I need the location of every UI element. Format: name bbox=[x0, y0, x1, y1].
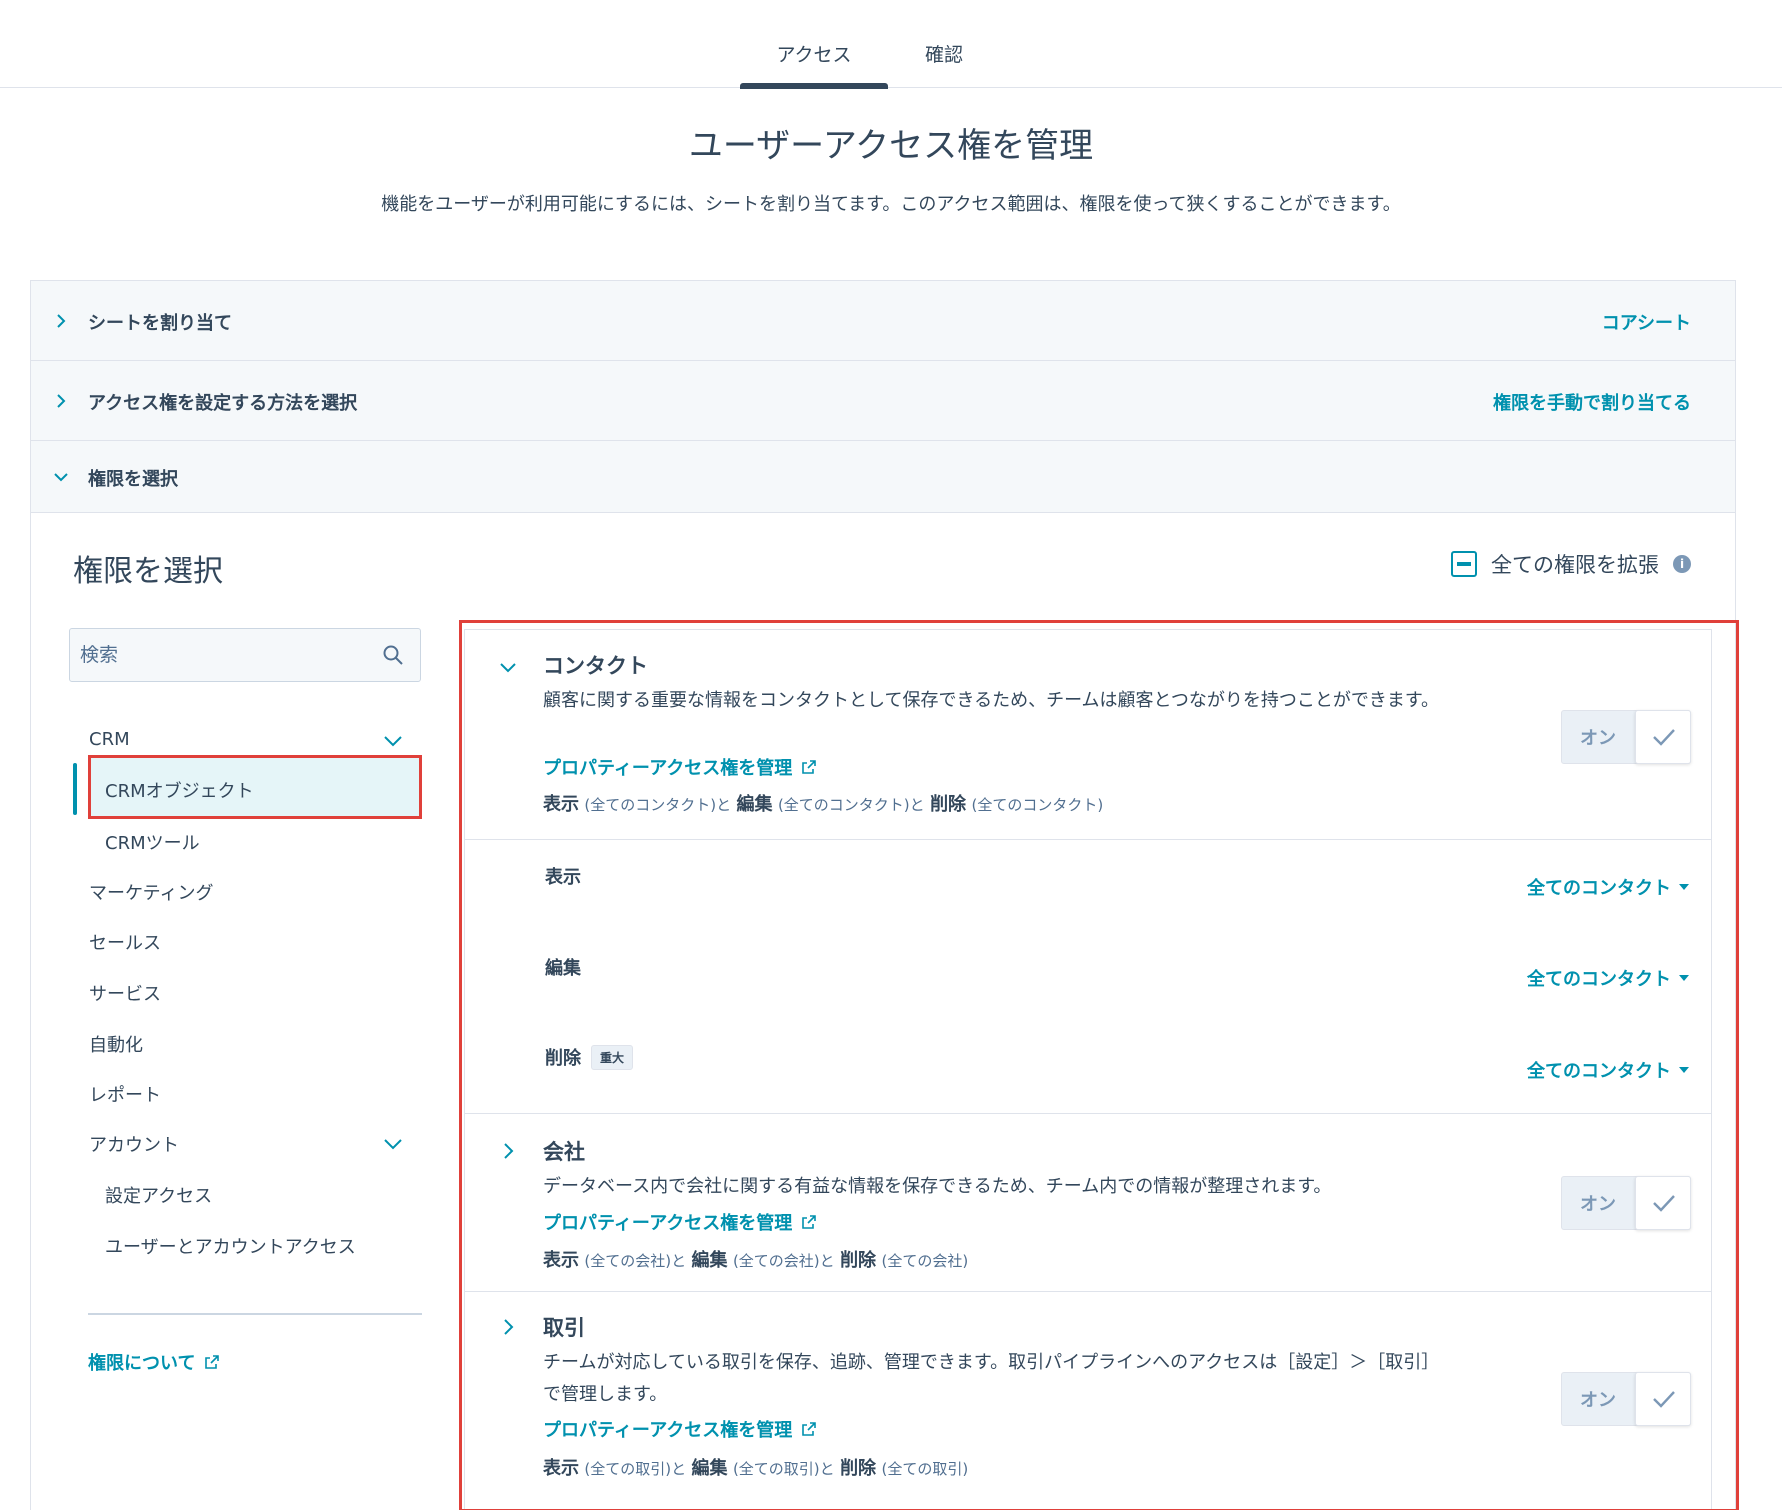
chevron-down-icon[interactable] bbox=[383, 1137, 403, 1151]
sidebar-item-user-account-access[interactable]: ユーザーとアカウントアクセス bbox=[105, 1233, 356, 1259]
sidebar-item-crm-tools[interactable]: CRMツール bbox=[105, 829, 200, 855]
search-input[interactable] bbox=[80, 640, 360, 670]
about-permissions-link[interactable]: 権限について bbox=[88, 1349, 220, 1375]
tab-confirm[interactable]: 確認 bbox=[905, 40, 983, 67]
settings-card: シートを割り当て コアシート アクセス権を設定する方法を選択 権限を手動で割り当… bbox=[30, 280, 1739, 1510]
sidebar-active-indicator bbox=[73, 763, 77, 815]
sidebar-item-marketing[interactable]: マーケティング bbox=[89, 879, 214, 905]
accordion-assign-seat[interactable]: シートを割り当て コアシート bbox=[31, 281, 1735, 361]
highlight-box-sidebar bbox=[88, 755, 422, 819]
info-icon[interactable]: i bbox=[1673, 555, 1691, 573]
about-permissions-label: 権限について bbox=[88, 1353, 196, 1374]
sidebar-item-crm[interactable]: CRM bbox=[89, 729, 130, 750]
highlight-box-permissions bbox=[459, 620, 1739, 1510]
tab-access[interactable]: アクセス bbox=[740, 40, 888, 89]
expand-all-label: 全ての権限を拡張 bbox=[1491, 553, 1659, 577]
sidebar-item-settings-access[interactable]: 設定アクセス bbox=[105, 1182, 212, 1208]
permissions-heading: 権限を選択 bbox=[73, 554, 223, 589]
accordion-select-permissions[interactable]: 権限を選択 bbox=[31, 441, 1735, 513]
sidebar-item-sales[interactable]: セールス bbox=[89, 929, 161, 955]
page-description: 機能をユーザーが利用可能にするには、シートを割り当てます。このアクセス範囲は、権… bbox=[381, 194, 1401, 215]
sidebar-divider bbox=[88, 1313, 422, 1315]
accordion-label: 権限を選択 bbox=[88, 469, 178, 490]
accordion-label: アクセス権を設定する方法を選択 bbox=[88, 393, 358, 414]
top-tabs: アクセス 確認 bbox=[0, 0, 1782, 89]
search-box bbox=[69, 628, 421, 682]
expand-all-permissions: 全ての権限を拡張 i bbox=[1451, 549, 1691, 579]
sidebar-item-account[interactable]: アカウント bbox=[89, 1131, 179, 1157]
external-link-icon bbox=[205, 1355, 220, 1369]
sidebar-item-automation[interactable]: 自動化 bbox=[89, 1031, 143, 1057]
expand-all-checkbox[interactable] bbox=[1451, 551, 1477, 577]
chevron-right-icon bbox=[57, 394, 66, 408]
page-title: ユーザーアクセス権を管理 bbox=[688, 126, 1094, 166]
chevron-right-icon bbox=[57, 314, 66, 328]
sidebar-item-service[interactable]: サービス bbox=[89, 980, 161, 1006]
search-icon[interactable] bbox=[382, 644, 404, 666]
accordion-access-method[interactable]: アクセス権を設定する方法を選択 権限を手動で割り当てる bbox=[31, 361, 1735, 441]
accordion-label: シートを割り当て bbox=[88, 313, 232, 334]
chevron-down-icon[interactable] bbox=[383, 734, 403, 748]
sidebar-item-reports[interactable]: レポート bbox=[89, 1081, 161, 1107]
chevron-down-icon bbox=[54, 473, 68, 482]
accordion-value-link[interactable]: 権限を手動で割り当てる bbox=[1493, 389, 1691, 415]
accordion-value-link[interactable]: コアシート bbox=[1602, 309, 1691, 335]
